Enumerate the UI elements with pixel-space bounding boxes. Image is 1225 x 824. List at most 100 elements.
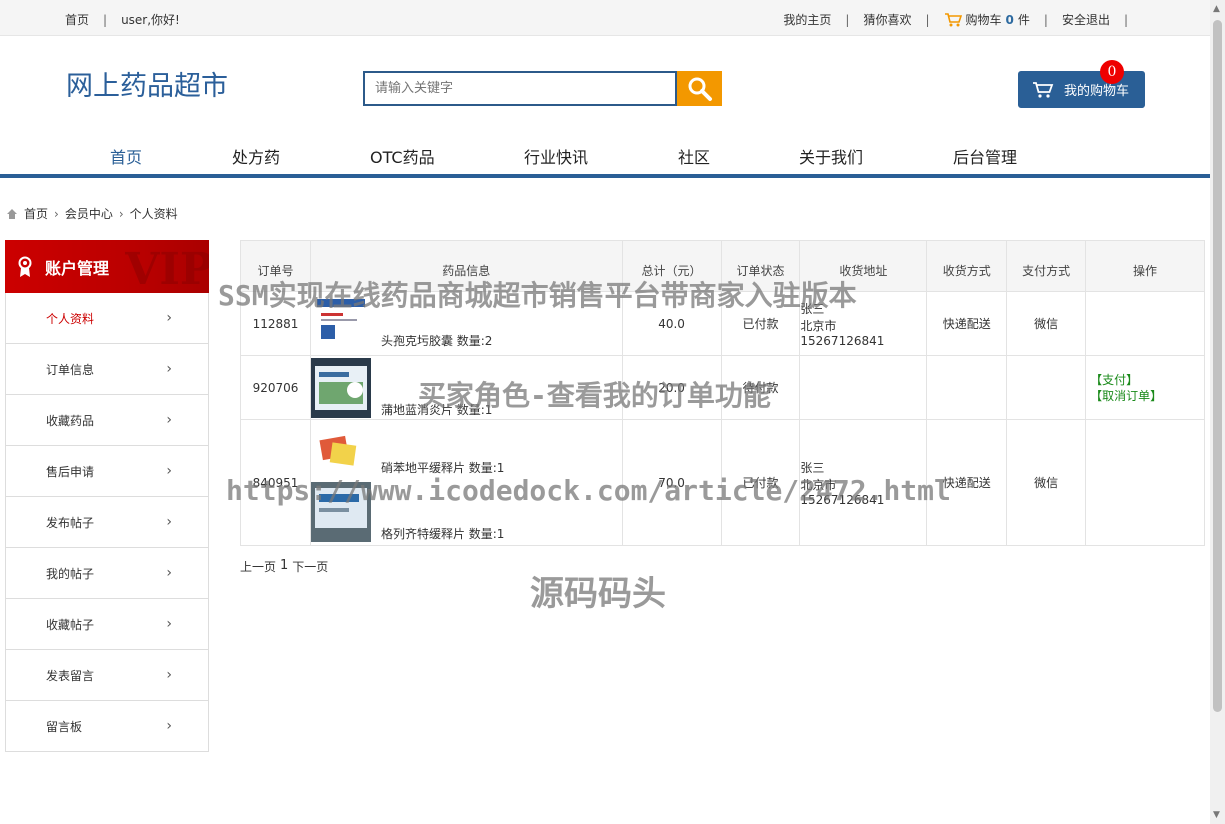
top-home-link[interactable]: 首页 [65, 11, 89, 28]
address-phone: 15267126841 [800, 333, 885, 348]
breadcrumb-member-center[interactable]: 会员中心 [65, 205, 113, 222]
sidebar-item-new-post[interactable]: 发布帖子 › [5, 497, 209, 548]
sidebar-item-orders[interactable]: 订单信息 › [5, 344, 209, 395]
mini-cart-unit: 件 [1017, 13, 1030, 27]
pay-link[interactable]: 【支付】 [1090, 372, 1204, 388]
my-cart-button[interactable]: 我的购物车 [1018, 71, 1145, 108]
sidebar-item-favorite-drugs[interactable]: 收藏药品 › [5, 395, 209, 446]
account-sidebar: 账户管理 VIP 个人资料 › 订单信息 › 收藏药品 › 售后申请 › 发布帖子 › 我… [5, 240, 209, 752]
drug-name: 蒲地蓝消炎片 数量:1 [380, 402, 493, 417]
scrollbar-thumb[interactable] [1213, 20, 1222, 712]
chevron-right-icon: › [166, 565, 172, 581]
chevron-right-icon: › [166, 514, 172, 530]
search-icon [688, 77, 712, 101]
search-input[interactable] [363, 71, 677, 106]
nav-item-about[interactable]: 关于我们 [799, 144, 863, 168]
my-cart-label: 我的购物车 [1064, 84, 1130, 99]
sidebar-item-message-board[interactable]: 留言板 › [5, 701, 209, 752]
breadcrumb-home[interactable]: 首页 [24, 205, 48, 222]
medal-icon [18, 256, 32, 277]
order-shipping: 快递配送 [926, 291, 1008, 356]
cart-count-badge: 0 [1100, 60, 1124, 84]
sidebar-item-label: 订单信息 [46, 362, 95, 377]
col-payment: 支付方式 [1006, 240, 1087, 292]
sidebar-item-label: 收藏帖子 [46, 617, 95, 632]
site-logo[interactable]: 网上药品超市 [66, 64, 228, 103]
sidebar-item-label: 留言板 [46, 719, 83, 734]
chevron-right-icon: › [166, 463, 172, 479]
chevron-right-icon: › [166, 616, 172, 632]
divider: | [103, 12, 108, 27]
breadcrumb-profile: 个人资料 [129, 207, 178, 221]
drug-name: 硝苯地平缓释片 数量:1 [380, 460, 505, 475]
prev-page-link[interactable]: 上一页 [240, 558, 276, 575]
drug-info: 蒲地蓝消炎片 数量:1 [309, 355, 623, 420]
guess-you-like-link[interactable]: 猜你喜欢 [863, 11, 911, 28]
search-button[interactable] [677, 71, 722, 106]
drug-thumbnail[interactable] [310, 427, 371, 476]
table-row: 112881 头孢克圬胶囊 数量:2 40.0 已付款 张三 北京市 15267… [240, 291, 1205, 356]
nav-item-otc[interactable]: OTC药品 [370, 144, 435, 168]
chevron-right-icon: › [166, 310, 172, 326]
chevron-right-icon: › [166, 718, 172, 734]
address-city: 北京市 [800, 477, 837, 492]
search-bar [363, 71, 722, 106]
order-total: 20.0 [621, 355, 722, 420]
order-actions [1085, 419, 1205, 546]
top-bar: 首页 | user,你好! 我的主页 | 猜你喜欢 | 购物车 0 件 | 安全退出… [0, 0, 1210, 36]
chevron-right-icon: › [166, 361, 172, 377]
sidebar-item-my-posts[interactable]: 我的帖子 › [5, 548, 209, 599]
nav-item-community[interactable]: 社区 [678, 144, 710, 168]
sidebar-title: 账户管理 [45, 258, 110, 278]
my-home-link[interactable]: 我的主页 [783, 11, 831, 28]
mini-cart-link[interactable]: 购物车 0 件 [944, 11, 1030, 28]
sidebar-item-after-sales[interactable]: 售后申请 › [5, 446, 209, 497]
next-page-link[interactable]: 下一页 [292, 558, 328, 575]
divider: | [845, 12, 850, 27]
sidebar-item-favorite-posts[interactable]: 收藏帖子 › [5, 599, 209, 650]
drug-name: 格列齐特缓释片 数量:1 [380, 526, 505, 541]
sidebar-item-label: 我的帖子 [46, 566, 95, 581]
order-status: 已付款 [720, 419, 801, 546]
scroll-up-icon[interactable]: ▲ [1213, 4, 1220, 14]
order-payment: 微信 [1006, 291, 1087, 356]
nav-item-admin[interactable]: 后台管理 [953, 144, 1017, 168]
drug-thumbnail[interactable] [311, 298, 371, 349]
divider: | [1123, 12, 1128, 27]
order-total: 40.0 [621, 291, 722, 356]
order-payment [1006, 355, 1087, 420]
drug-info: 硝苯地平缓释片 数量:1 格列齐特缓释片 数量:1 [309, 419, 623, 546]
chevron-right-icon: › [166, 412, 172, 428]
sidebar-item-profile[interactable]: 个人资料 › [5, 293, 209, 344]
vip-decoration: VIP [125, 244, 209, 293]
drug-thumbnail[interactable] [310, 481, 371, 542]
current-page: 1 [280, 558, 289, 573]
col-order-id: 订单号 [240, 240, 311, 292]
col-status: 订单状态 [720, 240, 801, 292]
logout-link[interactable]: 安全退出 [1062, 11, 1110, 28]
page-scrollbar[interactable]: ▲ ▼ [1210, 0, 1225, 824]
watermark-brand: 源码码头 [530, 574, 666, 614]
address-name: 张三 [800, 301, 825, 316]
col-drug-info: 药品信息 [309, 240, 623, 292]
sidebar-item-label: 发布帖子 [46, 515, 95, 530]
scroll-down-icon[interactable]: ▼ [1213, 810, 1220, 820]
mini-cart-label: 购物车 [965, 13, 1002, 27]
sidebar-header: 账户管理 VIP [5, 240, 209, 293]
sidebar-item-leave-message[interactable]: 发表留言 › [5, 650, 209, 701]
address-phone: 15267126841 [800, 492, 885, 507]
nav-item-home[interactable]: 首页 [110, 144, 142, 168]
main-nav: 首页 处方药 OTC药品 行业快讯 社区 关于我们 后台管理 [0, 140, 1210, 178]
col-total: 总计（元） [621, 240, 722, 292]
nav-item-prescription[interactable]: 处方药 [232, 144, 280, 168]
col-address: 收货地址 [799, 240, 928, 292]
table-header-row: 订单号 药品信息 总计（元） 订单状态 收货地址 收货方式 支付方式 操作 [240, 240, 1205, 292]
divider: | [1043, 12, 1048, 27]
order-actions [1085, 291, 1205, 356]
cancel-order-link[interactable]: 【取消订单】 [1090, 388, 1204, 404]
drug-thumbnail[interactable] [310, 357, 371, 418]
order-address [799, 355, 928, 420]
breadcrumb: 首页 › 会员中心 › 个人资料 [6, 205, 178, 222]
nav-item-news[interactable]: 行业快讯 [524, 144, 588, 168]
col-actions: 操作 [1085, 240, 1205, 292]
